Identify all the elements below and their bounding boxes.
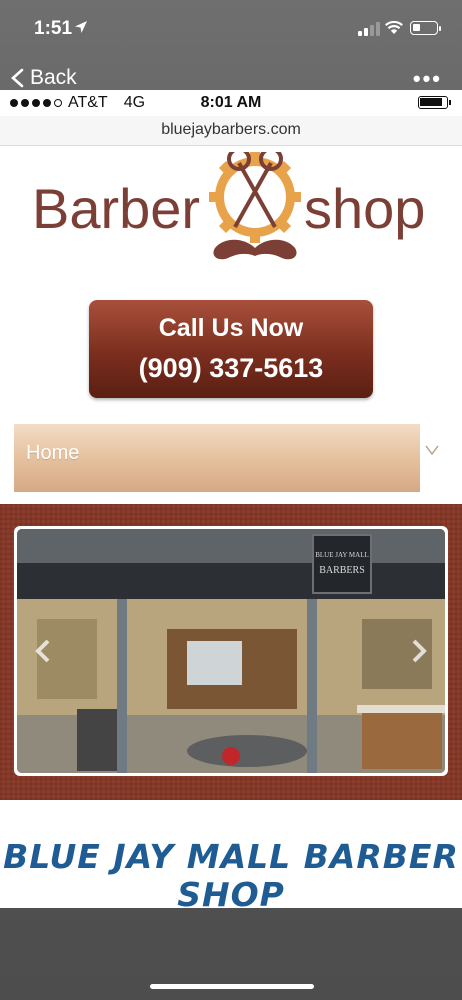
- location-arrow-icon: [75, 21, 87, 33]
- inner-clock: 8:01 AM: [200, 94, 262, 111]
- call-button-phone: (909) 337-5613: [138, 353, 324, 383]
- shop-interior-illustration: BLUE JAY MALL BARBERS: [17, 529, 445, 773]
- chevron-left-icon: [11, 68, 24, 88]
- carousel-frame: BLUE JAY MALL BARBERS: [14, 526, 448, 776]
- home-indicator[interactable]: [150, 984, 314, 989]
- outer-clock: 1:51: [34, 18, 73, 39]
- inner-battery-icon: [418, 96, 451, 109]
- cellular-signal-icon: [358, 22, 380, 36]
- wifi-icon: [385, 20, 403, 34]
- page-heading: BLUE JAY MALL BARBER SHOP: [0, 837, 462, 909]
- shop-interior-photo: BLUE JAY MALL BARBERS: [17, 529, 445, 773]
- nav-menu-select[interactable]: Home: [14, 424, 420, 492]
- image-carousel: BLUE JAY MALL BARBERS: [0, 504, 462, 800]
- page-heading-line1: BLUE JAY MALL BARBER: [3, 837, 459, 876]
- carousel-prev-arrow-icon[interactable]: [33, 639, 53, 663]
- store-sign-bottom: BARBERS: [319, 565, 365, 576]
- outer-status-bar: 1:51: [0, 0, 462, 60]
- back-button[interactable]: Back: [10, 66, 77, 90]
- address-bar[interactable]: bluejaybarbers.com: [0, 116, 462, 146]
- logo-word-right: shop: [304, 177, 425, 240]
- carousel-next-arrow-icon[interactable]: [409, 639, 429, 663]
- chevron-down-icon[interactable]: [424, 442, 440, 458]
- scissors-gear-icon: [209, 152, 301, 243]
- logo-word-left: Barber: [32, 177, 200, 240]
- call-button-title: Call Us Now: [158, 314, 304, 342]
- menu-current-item: Home: [26, 442, 80, 464]
- store-sign-top: BLUE JAY MALL: [315, 551, 369, 559]
- more-options-button[interactable]: •••: [413, 66, 442, 92]
- inner-status-bar: AT&T 4G 8:01 AM: [0, 90, 462, 114]
- back-label: Back: [30, 66, 77, 89]
- website-screenshot: AT&T 4G 8:01 AM bluejaybarbers.com Barbe…: [0, 90, 462, 908]
- carousel-indicator-dot[interactable]: [222, 747, 240, 765]
- call-us-button[interactable]: Call Us Now (909) 337-5613: [89, 300, 373, 398]
- page-heading-line2: SHOP: [177, 875, 285, 909]
- store-sign: BLUE JAY MALL BARBERS: [312, 534, 372, 594]
- battery-icon: [410, 21, 441, 35]
- barbershop-logo[interactable]: Barber shop: [30, 152, 430, 270]
